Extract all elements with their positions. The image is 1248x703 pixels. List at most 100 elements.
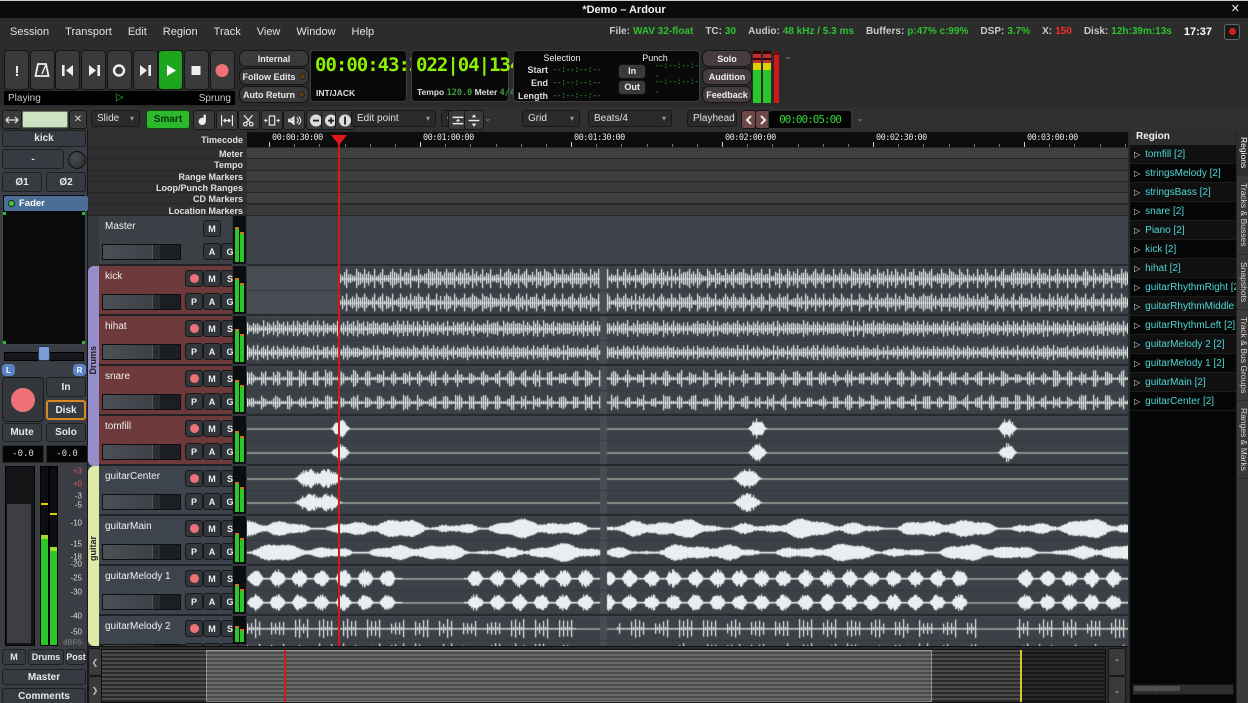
gain-fader[interactable] bbox=[5, 466, 35, 646]
scroll-left-button[interactable]: ❮ bbox=[88, 648, 102, 676]
ruler-location-markers[interactable]: Location Markers bbox=[88, 205, 1128, 216]
menu-window[interactable]: Window bbox=[296, 26, 335, 38]
punch-in-button[interactable]: In bbox=[618, 64, 646, 79]
track-header-guitarmelody-1[interactable]: guitarMelody 1MSPAG bbox=[99, 566, 232, 616]
region-list-item[interactable]: ▷tomfill [2] bbox=[1130, 145, 1236, 164]
expander-icon[interactable]: ▷ bbox=[1134, 302, 1140, 311]
track-m-button[interactable]: M bbox=[203, 570, 221, 587]
metronome-button[interactable] bbox=[30, 50, 55, 90]
snap-mode-select[interactable]: Grid bbox=[522, 110, 580, 127]
auto-return-toggle[interactable]: Auto Return bbox=[239, 86, 309, 103]
phase-2-button[interactable]: Ø2 bbox=[46, 172, 86, 192]
fader-processor[interactable]: Fader bbox=[4, 196, 88, 211]
region-list-item[interactable]: ▷guitarMain [2] bbox=[1130, 373, 1236, 392]
track-name-label[interactable]: tomfill bbox=[105, 421, 131, 432]
side-tab-track-bus-groups[interactable]: Track & Bus Groups bbox=[1237, 310, 1248, 401]
track-fader[interactable] bbox=[102, 594, 181, 610]
track-header-hihat[interactable]: hihatMSPAG bbox=[99, 316, 232, 366]
shuttle-control[interactable]: Playing ▷ Sprung bbox=[4, 91, 235, 105]
punch-out-button[interactable]: Out bbox=[618, 80, 646, 95]
region-list-hscrollbar[interactable] bbox=[1132, 684, 1234, 695]
region-list-item[interactable]: ▷Piano [2] bbox=[1130, 221, 1236, 240]
side-tab-regions[interactable]: Regions bbox=[1237, 130, 1248, 176]
track-header-tomfill[interactable]: tomfillMSPAG bbox=[99, 416, 232, 466]
feedback-global-button[interactable]: Feedback bbox=[702, 86, 752, 103]
region-list-item[interactable]: ▷guitarRhythmMiddle [2] bbox=[1130, 297, 1236, 316]
chevron-down-icon[interactable]: ⌄ bbox=[484, 113, 492, 124]
track-name-label[interactable]: guitarCenter bbox=[105, 471, 160, 482]
chevron-down-icon[interactable]: ⌄ bbox=[784, 51, 792, 62]
track-header-master[interactable]: MasterMAG bbox=[99, 216, 232, 266]
track-a-button[interactable]: A bbox=[203, 543, 221, 560]
nudge-back-button[interactable] bbox=[741, 110, 756, 129]
track-name-label[interactable]: kick bbox=[105, 271, 122, 282]
track-a-button[interactable]: A bbox=[203, 343, 221, 360]
expander-icon[interactable]: ▷ bbox=[1134, 283, 1140, 292]
track-name-label[interactable]: snare bbox=[105, 371, 130, 382]
expander-icon[interactable]: ▷ bbox=[1134, 321, 1140, 330]
track-fader[interactable] bbox=[102, 494, 181, 510]
menu-edit[interactable]: Edit bbox=[128, 26, 147, 38]
zoom-focus-select[interactable]: Playhead bbox=[687, 110, 737, 127]
group-strip-drums[interactable]: Drums bbox=[88, 266, 99, 466]
audition-global-button[interactable]: Audition bbox=[702, 68, 752, 85]
chevron-down-icon[interactable]: ⌄ bbox=[288, 113, 296, 124]
edit-point-select[interactable]: Edit point bbox=[351, 110, 436, 127]
ruler-timecode[interactable]: Timecode00:00:30:0000:01:00:0000:01:30:0… bbox=[88, 132, 1128, 148]
ruler-tempo[interactable]: Tempo bbox=[88, 159, 1128, 170]
scroll-down-button[interactable]: ⌄ bbox=[1108, 676, 1126, 703]
region-list-item[interactable]: ▷snare [2] bbox=[1130, 202, 1236, 221]
track-record-button[interactable] bbox=[185, 320, 203, 337]
region-list-item[interactable]: ▷guitarRhythmRight [2] bbox=[1130, 278, 1236, 297]
track-p-button[interactable]: P bbox=[185, 343, 203, 360]
overview-view-rectangle[interactable] bbox=[206, 650, 932, 702]
phase-1-button[interactable]: Ø1 bbox=[2, 172, 42, 192]
expander-icon[interactable]: ▷ bbox=[1134, 207, 1140, 216]
track-p-button[interactable]: P bbox=[185, 443, 203, 460]
track-a-button[interactable]: A bbox=[203, 243, 221, 260]
expander-icon[interactable]: ▷ bbox=[1134, 169, 1140, 178]
strip-track-name[interactable]: kick bbox=[2, 130, 86, 147]
record-enable-button[interactable] bbox=[2, 377, 44, 422]
error-log-icon[interactable] bbox=[1224, 24, 1240, 40]
track-header-kick[interactable]: kickMSPAG bbox=[99, 266, 232, 316]
scroll-right-button[interactable]: ❯ bbox=[88, 676, 102, 703]
ruler-row-area[interactable] bbox=[247, 182, 1128, 192]
track-record-button[interactable] bbox=[185, 520, 203, 537]
gain-display[interactable]: -0.0 bbox=[2, 445, 44, 463]
expander-icon[interactable]: ▷ bbox=[1134, 378, 1140, 387]
ruler-row-area[interactable] bbox=[247, 205, 1128, 215]
track-fader[interactable] bbox=[102, 244, 181, 260]
session-overview[interactable] bbox=[101, 649, 1106, 703]
track-name-label[interactable]: guitarMain bbox=[105, 521, 152, 532]
trim-knob[interactable] bbox=[68, 151, 86, 169]
menu-help[interactable]: Help bbox=[352, 26, 375, 38]
expander-icon[interactable]: ▷ bbox=[1134, 150, 1140, 159]
smart-mode-button[interactable]: Smart bbox=[146, 110, 190, 129]
primary-clock[interactable]: 00:00:43:25 INT/JACK bbox=[310, 50, 407, 102]
track-fader[interactable] bbox=[102, 544, 181, 560]
track-name-label[interactable]: guitarMelody 1 bbox=[105, 571, 171, 582]
track-fader[interactable] bbox=[102, 294, 181, 310]
track-a-button[interactable]: A bbox=[203, 443, 221, 460]
track-header-guitarmelody-2[interactable]: guitarMelody 2MSPAG bbox=[99, 616, 232, 646]
track-header-guitarmain[interactable]: guitarMainMSPAG bbox=[99, 516, 232, 566]
comments-button[interactable]: Comments bbox=[2, 688, 86, 703]
nudge-clock[interactable]: 00:00:05:00 bbox=[768, 110, 852, 129]
strip-tab-post[interactable]: Post bbox=[66, 649, 86, 665]
trim-select[interactable]: - bbox=[2, 149, 64, 169]
menu-view[interactable]: View bbox=[257, 26, 281, 38]
track-record-button[interactable] bbox=[185, 620, 203, 637]
side-tab-snapshots[interactable]: Snapshots bbox=[1237, 255, 1248, 310]
track-p-button[interactable]: P bbox=[185, 543, 203, 560]
track-m-button[interactable]: M bbox=[203, 620, 221, 637]
expand-tracks-button[interactable] bbox=[464, 110, 484, 130]
region-list-item[interactable]: ▷stringsMelody [2] bbox=[1130, 164, 1236, 183]
ruler-range-markers[interactable]: Range Markers bbox=[88, 171, 1128, 182]
track-record-button[interactable] bbox=[185, 570, 203, 587]
solo-button[interactable]: Solo bbox=[46, 423, 86, 442]
track-m-button[interactable]: M bbox=[203, 520, 221, 537]
track-m-button[interactable]: M bbox=[203, 420, 221, 437]
scroll-up-button[interactable]: ⌃ bbox=[1108, 648, 1126, 676]
track-a-button[interactable]: A bbox=[203, 393, 221, 410]
